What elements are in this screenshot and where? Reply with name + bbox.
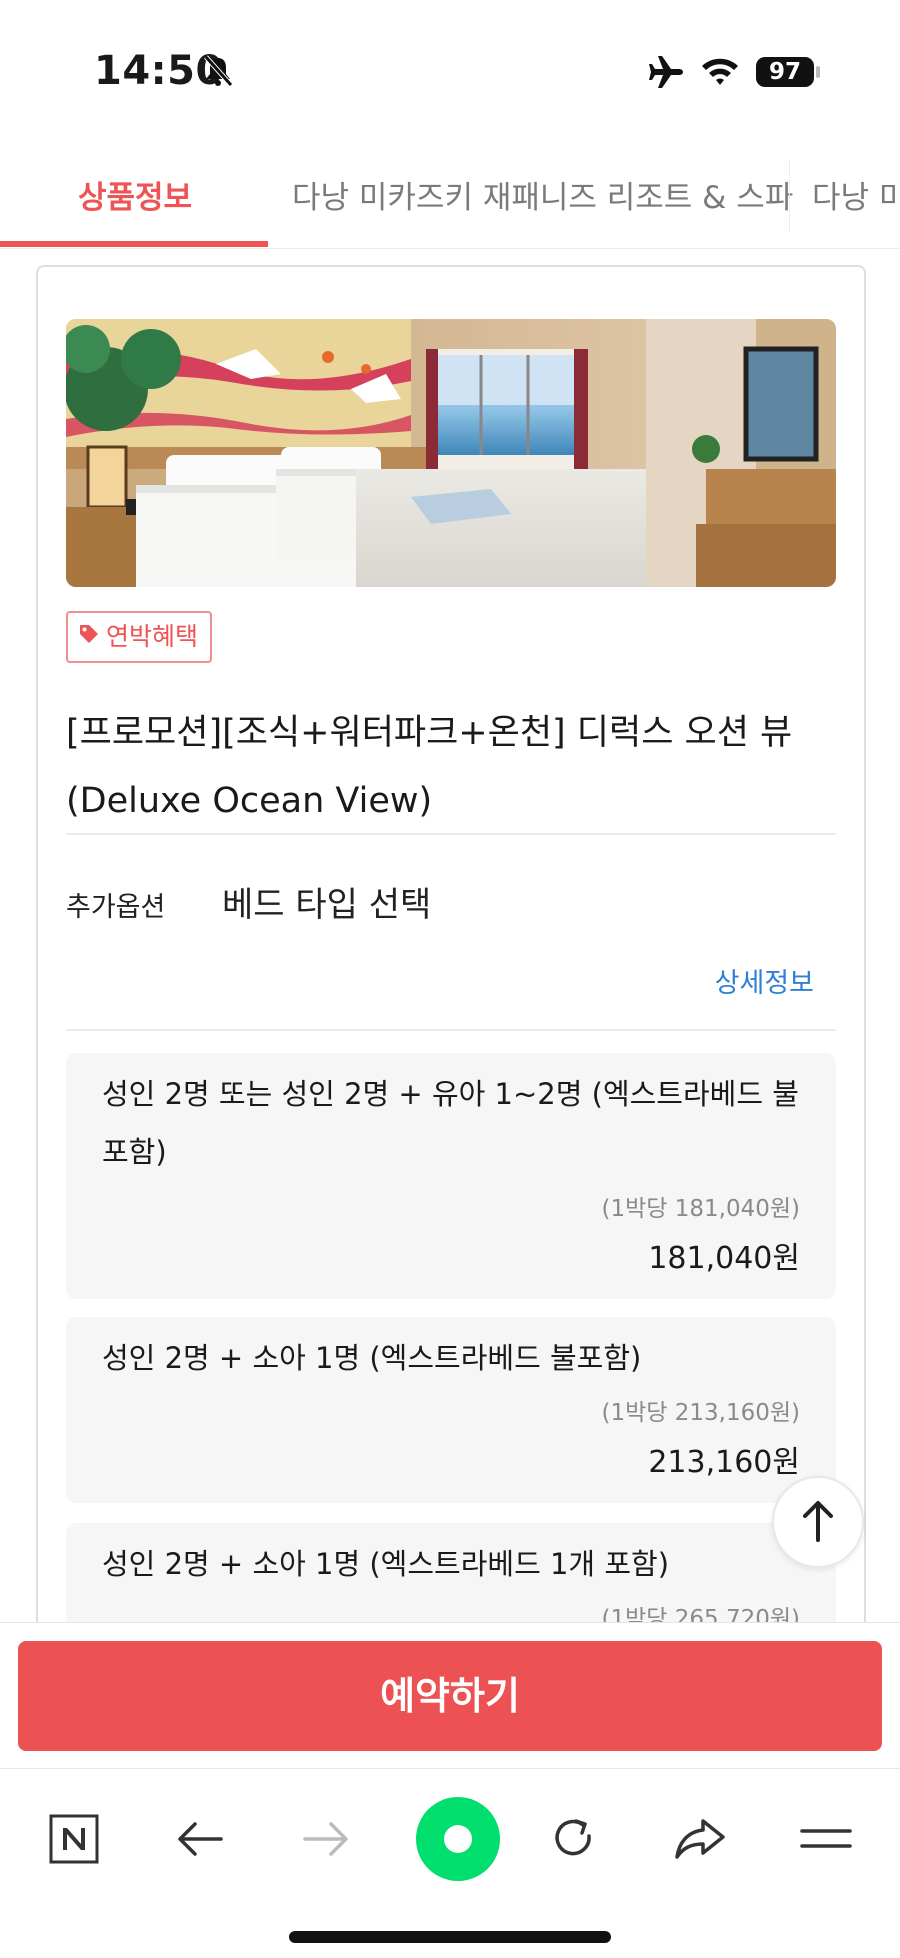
price-option-desc: 성인 2명 + 소아 1명 (엑스트라베드 불포함): [102, 1341, 642, 1375]
content-scroll-area[interactable]: 연박혜택 [프로모션][조식+워터파크+온천] 디럭스 오션 뷰 (Deluxe…: [0, 249, 900, 1622]
scroll-to-top-button[interactable]: [772, 1476, 864, 1568]
divider: [66, 833, 836, 835]
price-total: 213,160원: [648, 1445, 800, 1480]
share-icon[interactable]: [660, 1799, 740, 1879]
reload-icon[interactable]: [534, 1799, 614, 1879]
price-option-desc: 성인 2명 또는 성인 2명 + 유아 1~2명 (엑스트라베드 불포함): [102, 1077, 799, 1169]
tab-hotel-name[interactable]: 다낭 미카즈키 재패니즈 리조트 & 스파: [292, 172, 793, 217]
room-card: 연박혜택 [프로모션][조식+워터파크+온천] 디럭스 오션 뷰 (Deluxe…: [36, 265, 866, 1622]
wifi-icon: [700, 54, 740, 92]
tab-product-info[interactable]: 상품정보: [78, 172, 192, 217]
room-title: [프로모션][조식+워터파크+온천] 디럭스 오션 뷰 (Deluxe Ocea…: [66, 713, 793, 821]
benefit-badge-label: 연박혜택: [106, 622, 199, 651]
tag-icon: [78, 613, 100, 661]
home-indicator[interactable]: [289, 1931, 611, 1943]
divider: [66, 1029, 836, 1031]
naver-n-icon[interactable]: [34, 1799, 114, 1879]
battery-icon: 97: [756, 57, 814, 87]
price-total: 181,040원: [648, 1241, 800, 1276]
tab-divider: [789, 160, 790, 232]
price-option[interactable]: 성인 2명 + 소아 1명 (엑스트라베드 1개 포함) (1박당 265,72…: [66, 1523, 836, 1622]
price-per-night: (1박당 181,040원): [601, 1196, 800, 1222]
arrow-up-icon: [801, 1498, 835, 1546]
price-option-desc: 성인 2명 + 소아 1명 (엑스트라베드 1개 포함): [102, 1547, 670, 1581]
price-per-night: (1박당 265,720원): [601, 1606, 800, 1622]
option-label: 추가옵션: [66, 892, 166, 923]
benefit-badge: 연박혜택: [66, 611, 213, 663]
airplane-icon: [648, 54, 686, 94]
price-per-night: (1박당 213,160원): [601, 1400, 800, 1426]
price-option[interactable]: 성인 2명 또는 성인 2명 + 유아 1~2명 (엑스트라베드 불포함) (1…: [66, 1053, 836, 1299]
active-tab-indicator: [0, 241, 268, 247]
back-arrow-icon[interactable]: [160, 1799, 240, 1879]
forward-arrow-icon[interactable]: [286, 1799, 366, 1879]
green-dot-icon[interactable]: [410, 1791, 506, 1887]
battery-cap: [816, 66, 820, 78]
bed-type-select[interactable]: 베드 타입 선택: [222, 877, 431, 926]
menu-icon[interactable]: [786, 1799, 866, 1879]
room-photo: [66, 319, 836, 587]
booking-bar: 예약하기: [0, 1622, 900, 1769]
reserve-button[interactable]: 예약하기: [18, 1641, 882, 1751]
browser-toolbar: [0, 1768, 900, 1958]
tab-bar: 상품정보 다낭 미카즈키 재패니즈 리조트 & 스파 다낭 미: [0, 140, 900, 249]
price-option[interactable]: 성인 2명 + 소아 1명 (엑스트라베드 불포함) (1박당 213,160원…: [66, 1317, 836, 1503]
tab-hotel-name-2[interactable]: 다낭 미: [812, 172, 900, 217]
detail-info-link[interactable]: 상세정보: [715, 961, 814, 1000]
bell-slash-icon: [202, 54, 234, 92]
status-bar: 14:50 97: [0, 0, 900, 140]
